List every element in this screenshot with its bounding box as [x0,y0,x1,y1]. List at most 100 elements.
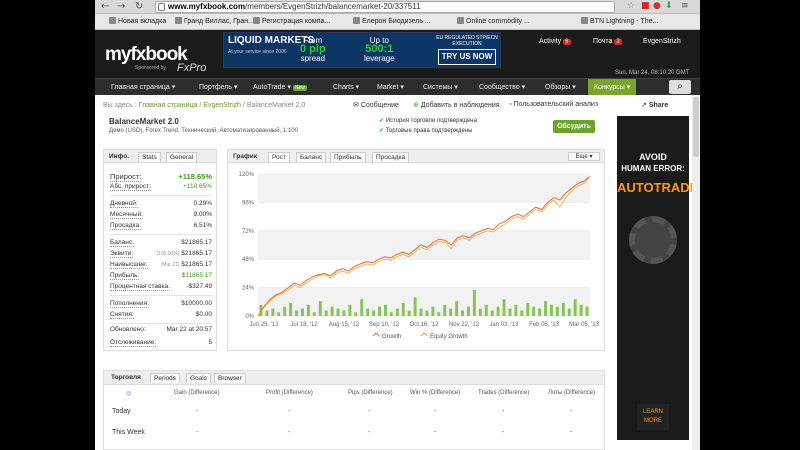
browser-toolbar: ← → ↻ www.myfxbook.com/members/EvgenStri… [95,0,700,14]
download-icon[interactable]: ⬇ [665,1,673,11]
menu-icon[interactable]: ≡ [681,1,689,11]
stat-abs-gain: Абс. прирост: +118.65% [110,183,212,191]
star-icon[interactable]: ☆ [627,1,635,11]
col-win[interactable]: Win % (Difference) [410,390,460,396]
extension-icon[interactable]: ■ [641,1,650,11]
tab-balance[interactable]: Баланс [296,152,327,162]
sponsor-logo[interactable]: FxPro [177,62,206,74]
stat-updated: Обновлено: Mar 22 at 20:57 [110,326,212,333]
tab-browser[interactable]: Browser [214,373,246,383]
check-icon: ✔ [379,118,386,124]
bookmarks-bar: Новая вкладка Гранд Виллас, Гран... Реги… [95,14,700,30]
address-bar[interactable]: www.myfxbook.com/members/EvgenStrizh/bal… [155,1,615,13]
menu-home[interactable]: Главная страница ▾ [111,83,175,91]
share-link[interactable]: ↗ Share [641,101,668,109]
col-lots[interactable]: Лоты (Difference) [548,390,595,396]
breadcrumb-user[interactable]: EvgenStrizh [203,102,241,109]
side-ad[interactable]: AVOID HUMAN ERROR: AUTOTRADE LEARN MORE [617,116,698,440]
message-link[interactable]: ✉ Сообщение [353,101,399,109]
mail-link[interactable]: Почта 2 [593,38,622,45]
user-link[interactable]: EvgenStrizh [643,38,681,45]
bookmark-item[interactable]: Online commodity ... [457,17,530,25]
activity-badge: 6 [563,39,571,45]
volume-bar [561,303,565,316]
page-icon [158,3,165,11]
volume-bar [472,290,476,316]
y-tick-label: 96% [242,200,255,206]
page-scrollbar[interactable] [692,95,700,450]
more-dropdown[interactable]: Еще ▾ [568,152,600,161]
volume-bar [514,304,518,316]
tab-general[interactable]: General [166,152,198,162]
volume-bar [265,310,269,316]
analysis-link[interactable]: ▫ Пользовательский анализ [509,101,598,108]
forward-icon[interactable]: → [117,1,125,12]
banner-cta-button[interactable]: TRY US NOW [438,49,496,65]
extension-icon-2[interactable]: ● [653,1,661,11]
site-header: myfxbook Sponsored by FxPro LIQUID MARKE… [95,30,700,78]
volume-bar [360,299,364,316]
ad-line-2: HUMAN ERROR: [621,164,685,173]
tab-periods[interactable]: Periods [150,373,181,383]
activity-link[interactable]: Activity 6 [539,38,571,45]
stat-daily: Дневной: 0.29% [110,200,212,208]
menu-autotrade[interactable]: AutoTrade ▾ New [253,83,307,91]
col-trades[interactable]: Trades (Difference) [478,390,529,396]
banner-spread: From 0 pip spread [300,36,326,63]
tab-drawdown[interactable]: Просадка [372,152,410,162]
search-icon[interactable]: ⌕ [669,80,691,94]
growth-chart[interactable]: 0% 24% 48% 72% 96% 120% Jun 25, '12 Jul 18, '12… [228,164,604,350]
menu-market[interactable]: Market ▾ [377,83,404,91]
volume-bar [555,306,559,316]
col-pips[interactable]: Pips (Difference) [348,390,393,396]
discuss-button[interactable]: Обсудить [553,120,595,133]
watch-link[interactable]: ⊕ Добавить в наблюдения [413,101,500,109]
tab-chart[interactable]: График [230,152,260,161]
stat-highest: Наивысшее: (Mar 21) $21865.17 [110,261,212,269]
y-tick-label: 48% [242,257,255,263]
tab-trading[interactable]: Торговля [108,373,144,382]
new-badge: New [292,85,307,91]
volume-bar [318,301,322,316]
x-tick-label: Nov 22, '12 [449,322,480,328]
site-logo[interactable]: myfxbook [105,44,188,66]
info-icon: ◎ [126,391,132,397]
tab-growth[interactable]: Рост [268,152,290,162]
breadcrumb-home[interactable]: Главная страница [139,102,198,109]
info-panel: Инфо. Stats General Прирост: +118.65% Абс… [103,149,217,351]
menu-systems[interactable]: Системы ▾ [423,83,458,91]
bookmark-item[interactable]: Елерон Биодизель ... [353,17,431,25]
menu-community[interactable]: Сообщество ▾ [479,83,525,91]
col-gain[interactable]: Gain (Difference) [174,390,220,396]
tab-stats[interactable]: Stats [138,152,161,162]
bookmark-item[interactable]: Новая вкладка [109,17,166,25]
menu-charts[interactable]: Charts ▾ [333,83,359,91]
volume-bar [443,304,447,316]
bookmark-item[interactable]: Регистрация компа... [253,17,330,25]
banner-regulated: EU REGULATED STP/ECN EXECUTION [436,35,498,47]
volume-bar [484,304,488,316]
x-tick-label: Sep 10, '12 [369,322,400,328]
menu-portfolio[interactable]: Портфель ▾ [199,83,237,91]
learn-more-button[interactable]: LEARN MORE [637,404,669,430]
bookmark-item[interactable]: Гранд Виллас, Гран... [175,17,254,25]
ad-banner[interactable]: LIQUID MARKETS At your service since 2006… [223,32,501,68]
x-tick-label: Jan 03, '13 [489,322,519,328]
back-icon[interactable]: ← [101,1,109,12]
volume-bar [431,306,435,316]
account-name: BalanceMarket 2.0 [109,117,179,126]
tab-profit[interactable]: Прибыль [330,152,366,162]
info-tabs: Инфо. Stats General [104,150,216,163]
bookmark-item[interactable]: BTN Lightning - The... [581,17,658,25]
volume-bar [283,306,287,316]
reload-icon[interactable]: ↻ [135,1,143,12]
col-profit[interactable]: Profit (Difference) [266,390,313,396]
check-icon: ✔ [379,128,386,134]
menu-contests[interactable]: Конкурсы ▾ [588,79,637,95]
menu-reviews[interactable]: Обзоры ▾ [545,83,576,91]
tab-goals[interactable]: Goals [186,373,211,383]
x-tick-label: Oct 16, '12 [410,322,439,328]
tab-info[interactable]: Инфо. [106,152,132,161]
volume-bar [413,297,417,316]
scrollbar-thumb[interactable] [693,97,699,157]
